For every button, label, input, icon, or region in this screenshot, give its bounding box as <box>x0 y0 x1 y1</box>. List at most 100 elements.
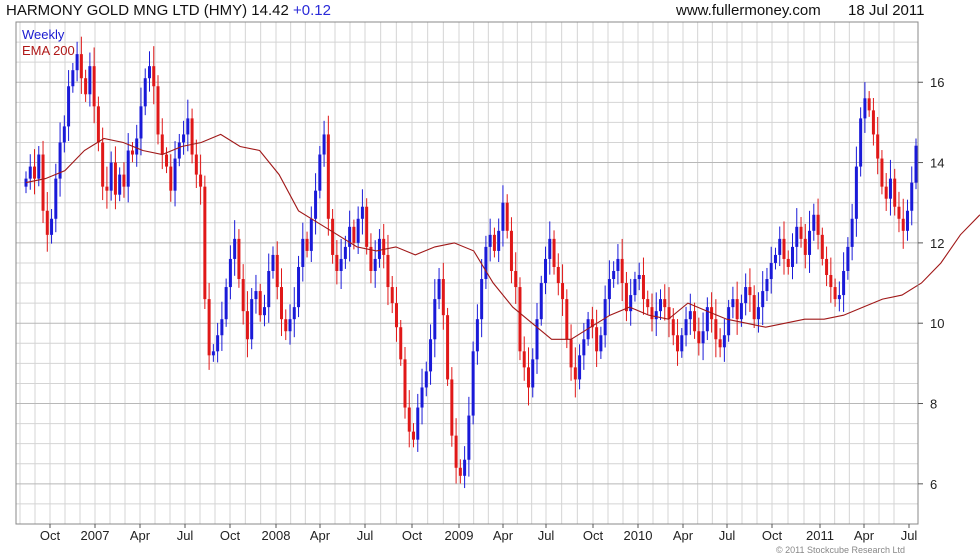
candle-down <box>245 311 249 340</box>
candle-down <box>876 134 880 159</box>
x-tick-label: Jul <box>177 528 194 543</box>
candle-up <box>139 106 143 139</box>
candle-up <box>318 154 322 191</box>
y-tick-label: 16 <box>930 75 944 90</box>
candle-up <box>578 355 582 380</box>
candle-down <box>79 54 83 79</box>
candle-up <box>791 246 795 267</box>
candle-up <box>301 238 305 267</box>
x-tick-label: Apr <box>493 528 514 543</box>
candle-up <box>267 270 271 308</box>
candle-up <box>288 319 292 332</box>
candle-down <box>169 166 173 191</box>
candle-down <box>394 303 398 328</box>
candle-up <box>501 202 505 231</box>
candle-down <box>650 307 654 320</box>
candle-down <box>105 186 109 191</box>
candle-up <box>147 66 151 79</box>
candle-down <box>505 202 509 231</box>
candle-down <box>693 311 697 332</box>
candle-down <box>569 339 573 368</box>
candle-up <box>756 307 760 320</box>
candle-up <box>429 339 433 372</box>
candle-down <box>829 275 833 288</box>
candle-up <box>612 270 616 280</box>
candle-down <box>671 319 675 336</box>
candle-up <box>71 70 75 87</box>
candle-up <box>463 459 467 476</box>
candle-up <box>837 295 841 300</box>
candle-down <box>526 367 530 388</box>
candle-down <box>441 279 445 316</box>
candle-up <box>637 275 641 280</box>
candle-up <box>228 258 232 288</box>
candle-down <box>84 78 88 95</box>
candle-up <box>297 266 301 308</box>
candle-up <box>582 339 586 356</box>
candle-down <box>207 299 211 356</box>
candle-up <box>539 283 543 320</box>
candle-up <box>484 246 488 280</box>
candle-down <box>893 178 897 207</box>
candle-down <box>552 238 556 267</box>
candle-up <box>262 307 266 316</box>
candle-up <box>467 415 471 460</box>
candle-down <box>241 279 245 312</box>
candle-up <box>599 335 603 352</box>
candle-down <box>152 66 156 87</box>
candle-up <box>769 262 773 280</box>
candle-up <box>50 218 54 235</box>
candle-down <box>518 287 522 352</box>
candle-up <box>846 246 850 271</box>
candle-down <box>403 359 407 408</box>
candle-up <box>475 319 479 352</box>
candle-up <box>701 331 705 344</box>
candle-up <box>471 351 475 416</box>
candle-up <box>535 319 539 360</box>
candle-up <box>680 335 684 352</box>
candle-down <box>663 299 667 308</box>
candle-down <box>676 335 680 352</box>
candle-up <box>118 174 122 195</box>
candle-up <box>109 162 113 191</box>
candle-up <box>220 319 224 336</box>
candle-up <box>433 299 437 340</box>
candle-down <box>782 238 786 259</box>
candle-down <box>33 166 37 179</box>
candle-down <box>816 214 820 235</box>
y-tick-label: 10 <box>930 316 944 331</box>
candle-up <box>271 254 275 271</box>
candle-down <box>803 238 807 255</box>
x-tick-label: 2011 <box>806 528 834 543</box>
candle-up <box>722 335 726 348</box>
candle-up <box>254 291 258 300</box>
candle-up <box>37 154 41 179</box>
candle-down <box>331 218 335 255</box>
legend-ema: EMA 200 <box>22 43 75 58</box>
candle-up <box>778 238 782 255</box>
x-tick-label: 2010 <box>624 528 653 543</box>
candle-up <box>531 359 535 388</box>
x-tick-label: 2009 <box>445 528 474 543</box>
candle-down <box>454 435 458 468</box>
candle-down <box>399 327 403 360</box>
candle-up <box>88 66 92 95</box>
candle-down <box>714 319 718 340</box>
candle-up <box>654 311 658 320</box>
candle-down <box>561 283 565 300</box>
candle-up <box>143 78 147 107</box>
candle-down <box>799 226 803 239</box>
candle-down <box>867 98 871 111</box>
candle-up <box>182 134 186 143</box>
x-tick-label: Jul <box>538 528 555 543</box>
candle-down <box>280 287 284 320</box>
candle-up <box>488 234 492 247</box>
candle-down <box>190 118 194 155</box>
candle-up <box>744 287 748 304</box>
candle-up <box>616 258 620 271</box>
candle-down <box>595 327 599 352</box>
candle-up <box>135 138 139 155</box>
candle-down <box>697 331 701 344</box>
candle-up <box>859 118 863 167</box>
candle-down <box>41 154 45 211</box>
